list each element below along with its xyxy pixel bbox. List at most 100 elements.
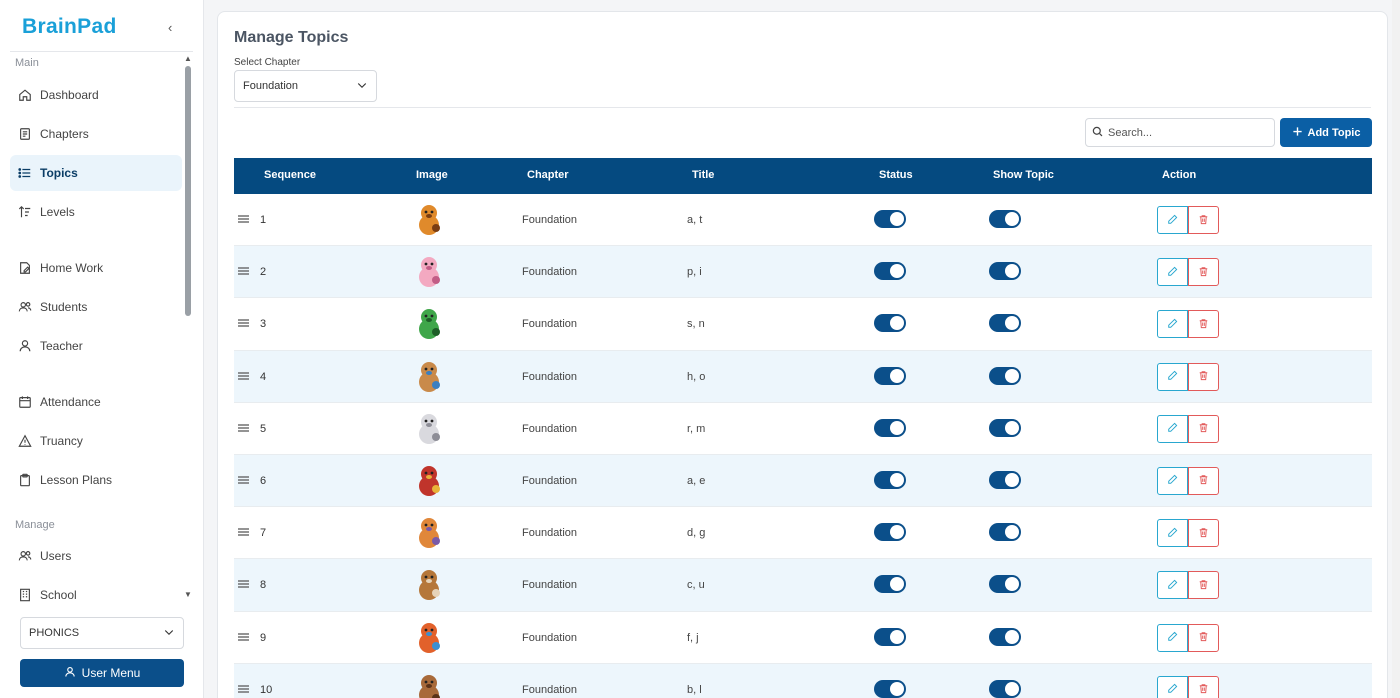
show-topic-toggle[interactable] — [989, 575, 1021, 594]
action-buttons — [1157, 466, 1219, 495]
drag-handle-icon[interactable] — [238, 318, 249, 327]
edit-button[interactable] — [1157, 675, 1188, 698]
program-select[interactable]: PHONICS — [20, 617, 184, 649]
status-toggle[interactable] — [874, 575, 906, 594]
delete-button[interactable] — [1188, 362, 1219, 391]
delete-button[interactable] — [1188, 571, 1219, 600]
sidebar-item-users[interactable]: Users — [10, 538, 182, 574]
drag-handle-icon[interactable] — [238, 527, 249, 536]
delete-button[interactable] — [1188, 466, 1219, 495]
building-icon — [18, 588, 32, 602]
user-icon — [18, 339, 32, 353]
status-toggle[interactable] — [874, 418, 906, 437]
scrollbar-thumb[interactable] — [185, 66, 191, 316]
column-header-chapter[interactable]: Chapter — [527, 169, 569, 181]
show-topic-toggle[interactable] — [989, 523, 1021, 542]
fox-icon — [414, 620, 444, 654]
status-toggle[interactable] — [874, 679, 906, 698]
topics-table: Sequence Image Chapter Title Status Show… — [234, 158, 1372, 698]
column-header-sequence[interactable]: Sequence — [264, 169, 316, 181]
edit-button[interactable] — [1157, 466, 1188, 495]
sidebar-item-students[interactable]: Students — [10, 289, 182, 325]
delete-button[interactable] — [1188, 310, 1219, 339]
ant-icon — [414, 463, 444, 497]
show-topic-toggle[interactable] — [989, 262, 1021, 281]
collapse-sidebar-icon[interactable]: ‹ — [168, 20, 172, 35]
drag-handle-icon[interactable] — [238, 371, 249, 380]
user-menu-button[interactable]: User Menu — [20, 659, 184, 687]
column-header-show-topic[interactable]: Show Topic — [993, 169, 1054, 181]
sequence-cell: 1 — [260, 214, 267, 226]
scroll-down-icon[interactable]: ▼ — [184, 590, 192, 599]
table-row: 3 Foundation s, n — [234, 298, 1372, 351]
column-header-status[interactable]: Status — [879, 169, 913, 181]
edit-button[interactable] — [1157, 414, 1188, 443]
delete-button[interactable] — [1188, 519, 1219, 548]
pencil-icon — [1167, 265, 1178, 280]
delete-button[interactable] — [1188, 258, 1219, 287]
drag-handle-icon[interactable] — [238, 632, 249, 641]
scroll-up-icon[interactable]: ▲ — [184, 54, 192, 63]
edit-button[interactable] — [1157, 571, 1188, 600]
edit-button[interactable] — [1157, 310, 1188, 339]
show-topic-toggle[interactable] — [989, 314, 1021, 333]
list-icon — [18, 166, 32, 180]
sidebar-item-school[interactable]: School — [10, 577, 182, 604]
status-toggle[interactable] — [874, 366, 906, 385]
sidebar-item-truancy[interactable]: Truancy — [10, 423, 182, 459]
sidebar-item-dashboard[interactable]: Dashboard — [10, 77, 182, 113]
sidebar-scrollbar[interactable]: ▲ ▼ — [184, 54, 192, 600]
add-topic-button[interactable]: Add Topic — [1280, 118, 1372, 147]
drag-handle-icon[interactable] — [238, 423, 249, 432]
sidebar-item-lesson-plans[interactable]: Lesson Plans — [10, 462, 182, 498]
drag-handle-icon[interactable] — [238, 684, 249, 693]
title-cell: r, m — [687, 422, 706, 435]
sidebar-item-home-work[interactable]: Home Work — [10, 250, 182, 286]
edit-button[interactable] — [1157, 519, 1188, 548]
delete-button[interactable] — [1188, 206, 1219, 234]
chapter-cell: Foundation — [522, 474, 578, 487]
sidebar-item-teacher[interactable]: Teacher — [10, 328, 182, 364]
status-toggle[interactable] — [874, 470, 906, 489]
search-icon — [1092, 125, 1108, 140]
column-header-title[interactable]: Title — [692, 169, 714, 181]
status-toggle[interactable] — [874, 262, 906, 281]
drag-handle-icon[interactable] — [238, 475, 249, 484]
page-title: Manage Topics — [234, 29, 349, 46]
edit-button[interactable] — [1157, 362, 1188, 391]
delete-button[interactable] — [1188, 675, 1219, 698]
status-toggle[interactable] — [874, 523, 906, 542]
status-toggle[interactable] — [874, 314, 906, 333]
edit-button[interactable] — [1157, 623, 1188, 652]
title-cell: h, o — [687, 370, 706, 383]
show-topic-toggle[interactable] — [989, 210, 1021, 228]
drag-handle-icon[interactable] — [238, 266, 249, 275]
sidebar-item-attendance[interactable]: Attendance — [10, 384, 182, 420]
page-scrollbar[interactable] — [1392, 0, 1400, 698]
drag-handle-icon[interactable] — [238, 214, 249, 223]
show-topic-toggle[interactable] — [989, 627, 1021, 646]
sidebar-item-topics[interactable]: Topics — [10, 155, 182, 191]
show-topic-toggle[interactable] — [989, 470, 1021, 489]
sidebar-item-levels[interactable]: Levels — [10, 194, 182, 230]
sequence-cell: 8 — [260, 579, 267, 592]
chapter-select-label: Select Chapter — [234, 57, 301, 68]
show-topic-toggle[interactable] — [989, 366, 1021, 385]
show-topic-toggle[interactable] — [989, 679, 1021, 698]
search-input[interactable] — [1108, 126, 1268, 139]
sidebar-item-label: Lesson Plans — [40, 473, 113, 487]
chapter-select[interactable]: Foundation — [234, 70, 377, 102]
delete-button[interactable] — [1188, 414, 1219, 443]
status-toggle[interactable] — [874, 627, 906, 646]
drag-handle-icon[interactable] — [238, 579, 249, 588]
title-cell: p, i — [687, 266, 702, 279]
sidebar-item-chapters[interactable]: Chapters — [10, 116, 182, 152]
column-header-image: Image — [416, 169, 448, 181]
edit-button[interactable] — [1157, 206, 1188, 234]
show-topic-toggle[interactable] — [989, 418, 1021, 437]
edit-button[interactable] — [1157, 258, 1188, 287]
snake-icon — [414, 306, 444, 340]
title-cell: a, e — [687, 474, 706, 487]
status-toggle[interactable] — [874, 210, 906, 228]
delete-button[interactable] — [1188, 623, 1219, 652]
